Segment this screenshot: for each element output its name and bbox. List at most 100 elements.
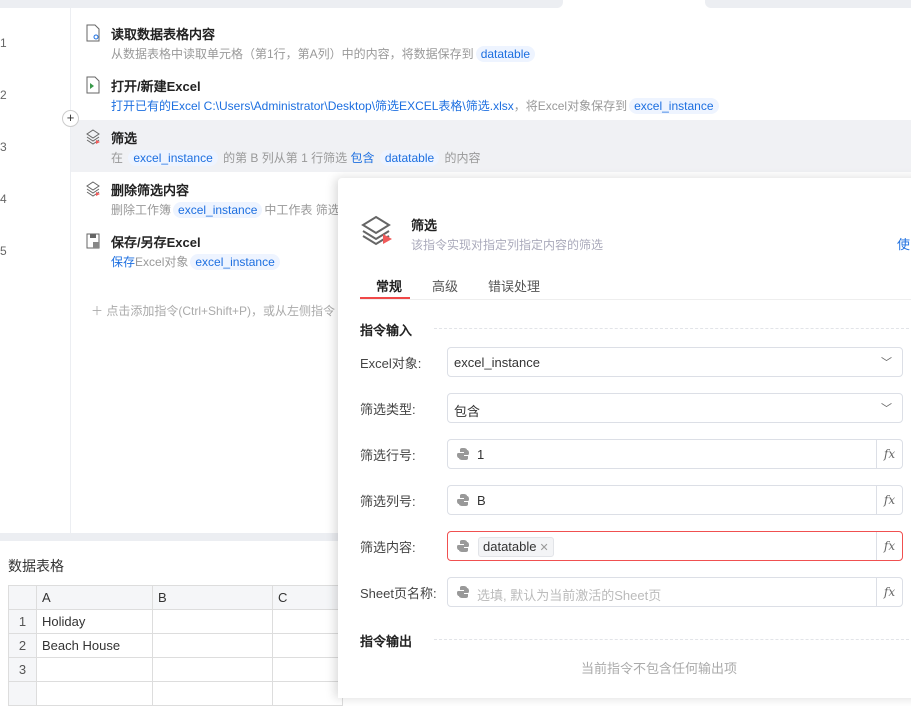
line-number: 4 (0, 192, 7, 206)
step-desc: 的内容 (444, 151, 481, 165)
dialog-tabs: 常规 高级 错误处理 (360, 270, 911, 300)
cell[interactable] (152, 681, 273, 706)
filter-column-input[interactable]: Bfx (447, 485, 903, 515)
line-number: 2 (0, 88, 7, 102)
help-link[interactable]: 使 (897, 234, 910, 253)
add-command-hint[interactable]: ＋ 点击添加指令(Ctrl+Shift+P)，或从左侧指令 (91, 302, 335, 319)
cell[interactable] (272, 609, 343, 634)
variable-chip[interactable]: datatable (475, 46, 536, 62)
filter-type-select[interactable]: 包含 ﹀ (447, 393, 903, 423)
layers-icon (86, 129, 100, 145)
top-tabs-strip (0, 0, 911, 8)
fx-icon[interactable]: fx (876, 532, 902, 560)
python-icon (457, 494, 469, 506)
sheet-name-input[interactable]: 选填, 默认为当前激活的Sheet页 fx (447, 577, 903, 607)
line-number: 1 (0, 36, 7, 50)
cell[interactable] (272, 657, 343, 682)
cell[interactable]: Beach House (36, 633, 153, 658)
file-path-link[interactable]: 打开已有的Excel C:\Users\Administrator\Deskto… (111, 99, 514, 113)
step-open-excel[interactable]: 打开/新建Excel 打开已有的Excel C:\Users\Administr… (71, 68, 911, 120)
tab-error-handling[interactable]: 错误处理 (488, 276, 540, 295)
input-section-title: 指令输入 (360, 323, 413, 338)
step-desc: 在 (111, 151, 124, 165)
filter-row-input[interactable]: 1 fx (447, 439, 903, 469)
variable-chip[interactable]: excel_instance (128, 150, 218, 166)
step-title: 筛选 (111, 131, 138, 146)
cell[interactable] (36, 681, 153, 706)
row-header[interactable]: 1 (8, 609, 37, 634)
variable-chip[interactable]: datatable (379, 150, 440, 166)
column-header[interactable]: B (152, 585, 273, 610)
fx-icon[interactable]: fx (876, 440, 902, 468)
step-desc: Excel对象 (135, 255, 189, 269)
step-title: 读取数据表格内容 (111, 27, 216, 42)
field-label: Excel对象: (360, 356, 422, 371)
tag-label: datatable (483, 539, 537, 554)
dialog-title: 筛选 (411, 218, 438, 233)
tab-general[interactable]: 常规 (376, 276, 402, 295)
step-title: 保存/另存Excel (111, 235, 201, 250)
no-output-message: 当前指令不包含任何输出项 (581, 661, 738, 676)
fx-icon[interactable]: fx (876, 578, 902, 606)
step-title: 打开/新建Excel (111, 79, 201, 94)
cell[interactable] (152, 633, 273, 658)
step-desc: 删除工作簿 (111, 203, 172, 217)
select-value: excel_instance (454, 355, 540, 370)
close-icon[interactable]: ✕ (540, 542, 549, 554)
fx-icon[interactable]: fx (876, 486, 902, 514)
section-divider (434, 328, 911, 329)
save-link[interactable]: 保存 (111, 255, 135, 269)
variable-tag: datatable ✕ (478, 537, 554, 557)
cell[interactable]: Holiday (36, 609, 153, 634)
python-icon (457, 448, 469, 460)
cell[interactable] (272, 681, 343, 706)
cell[interactable] (152, 609, 273, 634)
field-label: 筛选内容: (360, 540, 416, 555)
excel-object-select[interactable]: excel_instance ﹀ (447, 347, 903, 377)
input-value: 1 (477, 447, 485, 462)
section-divider (434, 639, 911, 640)
corner-cell[interactable] (8, 585, 37, 610)
input-value: B (477, 493, 486, 508)
line-number: 5 (0, 244, 7, 258)
excel-file-icon (86, 76, 100, 94)
field-label: Sheet页名称: (360, 586, 437, 601)
field-label: 筛选类型: (360, 402, 416, 417)
variable-chip[interactable]: excel_instance (173, 202, 263, 218)
placeholder-text: 选填, 默认为当前激活的Sheet页 (477, 588, 662, 603)
row-header[interactable]: 3 (8, 657, 37, 682)
select-value: 包含 (454, 404, 481, 419)
filter-content-input[interactable]: datatable ✕ fx (447, 531, 903, 561)
python-icon (457, 540, 469, 552)
step-desc: 从数据表格中读取单元格（第1行，第A列）中的内容，将数据保存到 (111, 47, 474, 61)
step-title: 删除筛选内容 (111, 183, 190, 198)
dialog-subtitle: 该指令实现对指定列指定内容的筛选 (411, 238, 604, 252)
document-icon (86, 24, 100, 42)
variable-chip[interactable]: excel_instance (190, 254, 280, 270)
step-filter[interactable]: 筛选 在 excel_instance 的第 B 列从第 1 行筛选 包含 da… (71, 120, 911, 172)
variable-chip[interactable]: excel_instance (629, 98, 719, 114)
chevron-down-icon: ﹀ (881, 357, 892, 369)
row-header[interactable]: 2 (8, 633, 37, 658)
python-icon (457, 586, 469, 598)
row-header[interactable] (8, 681, 37, 706)
filter-command-dialog: 筛选 该指令实现对指定列指定内容的筛选 使 常规 高级 错误处理 指令输入 Ex… (338, 178, 911, 698)
step-read-datatable[interactable]: 读取数据表格内容 从数据表格中读取单元格（第1行，第A列）中的内容，将数据保存到… (71, 16, 911, 68)
cell[interactable] (152, 657, 273, 682)
cell[interactable] (272, 633, 343, 658)
column-header[interactable]: C (272, 585, 343, 610)
step-desc: 的第 B 列从第 1 行筛选 (223, 151, 348, 165)
datatable-label: 数据表格 (8, 558, 64, 574)
column-header[interactable]: A (36, 585, 153, 610)
tab-advanced[interactable]: 高级 (432, 276, 458, 295)
field-label: 筛选列号: (360, 494, 416, 509)
cell[interactable] (36, 657, 153, 682)
chevron-down-icon: ﹀ (881, 403, 892, 415)
step-desc: 中工作表 筛选 (264, 203, 340, 217)
layers-icon (361, 215, 392, 246)
layers-icon (86, 181, 100, 197)
active-tab-indicator (360, 297, 410, 299)
save-icon (86, 233, 100, 249)
add-hint-text: 点击添加指令(Ctrl+Shift+P)，或从左侧指令 (106, 304, 336, 318)
insert-step-button[interactable]: + (62, 110, 79, 127)
